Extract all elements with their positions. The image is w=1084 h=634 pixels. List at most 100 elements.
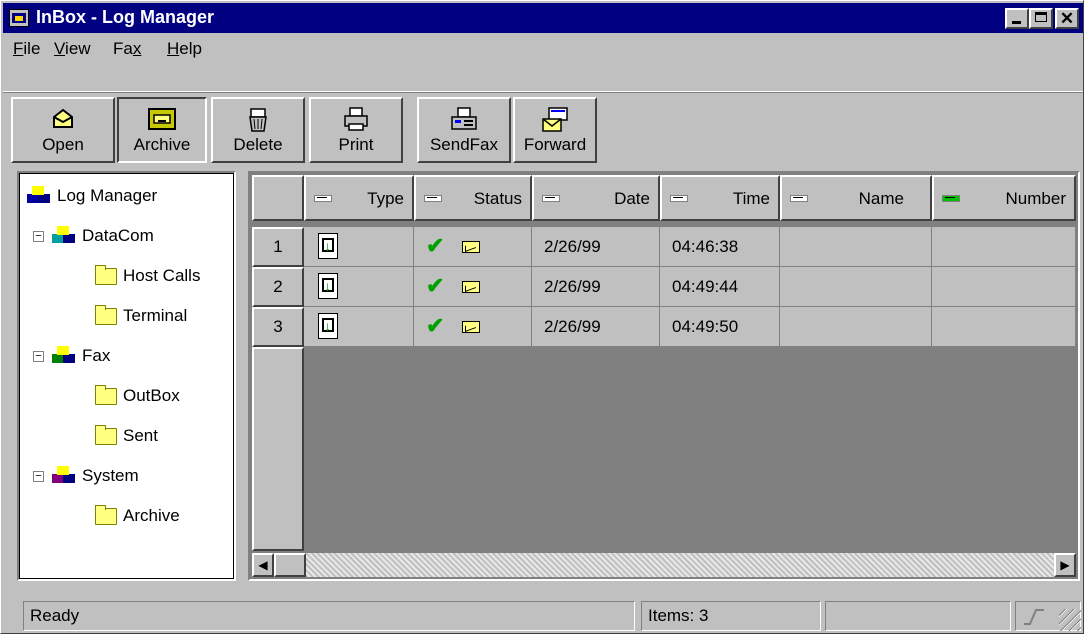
tree-label: Fax	[82, 346, 111, 365]
name-cell[interactable]	[780, 227, 932, 267]
forward-mail-icon	[542, 107, 568, 132]
type-cell[interactable]	[304, 267, 414, 307]
tree-item-sent[interactable]: Sent	[95, 423, 158, 449]
status-field-empty	[825, 601, 1011, 631]
tree-item-archive[interactable]: Archive	[95, 503, 180, 529]
forward-button[interactable]: Forward	[513, 97, 597, 163]
row-header[interactable]: 3	[252, 307, 304, 347]
tree-label: DataCom	[82, 226, 154, 245]
column-icon	[670, 194, 688, 202]
tree-label: Terminal	[123, 306, 188, 325]
column-header-time[interactable]: Time	[660, 175, 780, 221]
menu-help[interactable]: Help	[167, 39, 202, 59]
date-cell[interactable]: 2/26/99	[532, 307, 660, 347]
resize-grip-icon[interactable]	[1059, 609, 1081, 631]
grid-corner[interactable]	[252, 175, 304, 221]
archive-button[interactable]: Archive	[117, 97, 207, 163]
tree-label: Sent	[123, 426, 158, 445]
print-label: Print	[338, 135, 374, 154]
open-envelope-icon	[53, 108, 73, 128]
fax-icon	[52, 346, 76, 366]
tree-item-terminal[interactable]: Terminal	[95, 303, 187, 329]
status-cell[interactable]: ✔	[414, 227, 532, 267]
menu-fax[interactable]: Fax	[113, 39, 141, 59]
status-text: Ready	[23, 601, 635, 631]
printer-icon	[344, 107, 368, 131]
row-header[interactable]: 1	[252, 227, 304, 267]
open-button[interactable]: Open	[11, 97, 115, 163]
forward-label: Forward	[523, 135, 587, 154]
number-cell[interactable]	[932, 267, 1076, 307]
envelope-icon	[462, 241, 480, 253]
received-fax-icon	[318, 313, 338, 339]
delete-label: Delete	[233, 135, 283, 154]
tree-item-host-calls[interactable]: Host Calls	[95, 263, 200, 289]
date-cell[interactable]: 2/26/99	[532, 227, 660, 267]
name-cell[interactable]	[780, 267, 932, 307]
number-cell[interactable]	[932, 307, 1076, 347]
folder-icon	[95, 384, 117, 405]
time-cell[interactable]: 04:49:50	[660, 307, 780, 347]
time-cell[interactable]: 04:49:44	[660, 267, 780, 307]
column-header-date[interactable]: Date	[532, 175, 660, 221]
column-header-status[interactable]: Status	[414, 175, 532, 221]
type-cell[interactable]	[304, 227, 414, 267]
menu-view[interactable]: View	[54, 39, 91, 59]
menu-bar: File View Fax Help	[3, 34, 1083, 62]
delete-button[interactable]: Delete	[211, 97, 305, 163]
column-icon	[424, 194, 442, 202]
time-cell[interactable]: 04:46:38	[660, 227, 780, 267]
scroll-thumb[interactable]	[274, 553, 306, 577]
column-icon	[542, 194, 560, 202]
checkmark-icon: ✔	[426, 233, 445, 258]
app-icon[interactable]	[9, 9, 29, 27]
column-header-type[interactable]: Type	[304, 175, 414, 221]
tree-item-log-manager[interactable]: Log Manager	[27, 183, 157, 209]
column-label: Time	[732, 189, 770, 208]
scroll-left-icon[interactable]: ◀	[252, 553, 274, 577]
tree-label: OutBox	[123, 386, 180, 405]
tree-item-system[interactable]: − System	[33, 463, 139, 489]
checkmark-icon: ✔	[426, 313, 445, 338]
collapse-icon[interactable]: −	[33, 230, 44, 242]
archive-box-icon	[148, 108, 176, 130]
status-bar: Ready Items: 3	[3, 599, 1083, 633]
number-cell[interactable]	[932, 227, 1076, 267]
tree-item-datacom[interactable]: − DataCom	[33, 223, 154, 249]
print-button[interactable]: Print	[309, 97, 403, 163]
tree-item-fax[interactable]: − Fax	[33, 343, 110, 369]
scroll-right-icon[interactable]: ▶	[1054, 553, 1076, 577]
sendfax-button[interactable]: SendFax	[417, 97, 511, 163]
collapse-icon[interactable]: −	[33, 470, 44, 482]
datacom-icon	[52, 226, 76, 246]
maximize-button[interactable]	[1029, 8, 1053, 29]
name-cell[interactable]	[780, 307, 932, 347]
column-header-number[interactable]: Number	[932, 175, 1076, 221]
scroll-track[interactable]	[306, 553, 1054, 577]
app-window: InBox - Log Manager ✕ File View Fax Help…	[0, 0, 1084, 634]
title-bar[interactable]: InBox - Log Manager ✕	[3, 3, 1083, 33]
sendfax-label: SendFax	[429, 135, 499, 154]
column-icon	[790, 194, 808, 202]
tree-label: Log Manager	[57, 186, 158, 205]
folder-icon	[95, 424, 117, 445]
horizontal-scrollbar[interactable]: ◀ ▶	[252, 553, 1076, 577]
row-header[interactable]: 2	[252, 267, 304, 307]
envelope-icon	[462, 281, 480, 293]
tree-label: System	[82, 466, 139, 485]
column-label: Status	[473, 189, 522, 208]
items-count: Items: 3	[641, 601, 821, 631]
tree-item-outbox[interactable]: OutBox	[95, 383, 180, 409]
close-button[interactable]: ✕	[1055, 8, 1079, 29]
status-cell[interactable]: ✔	[414, 307, 532, 347]
minimize-button[interactable]	[1005, 8, 1029, 29]
type-cell[interactable]	[304, 307, 414, 347]
status-cell[interactable]: ✔	[414, 267, 532, 307]
menu-file[interactable]: File	[13, 39, 40, 59]
column-label: Date	[614, 189, 650, 208]
folder-tree[interactable]: Log Manager − DataCom Host Calls Termina…	[17, 171, 236, 581]
collapse-icon[interactable]: −	[33, 350, 44, 362]
date-cell[interactable]: 2/26/99	[532, 267, 660, 307]
log-grid[interactable]: Type Status Date Time Name Number 1 ↓ ✔ …	[248, 171, 1080, 581]
column-header-name[interactable]: Name	[780, 175, 932, 221]
